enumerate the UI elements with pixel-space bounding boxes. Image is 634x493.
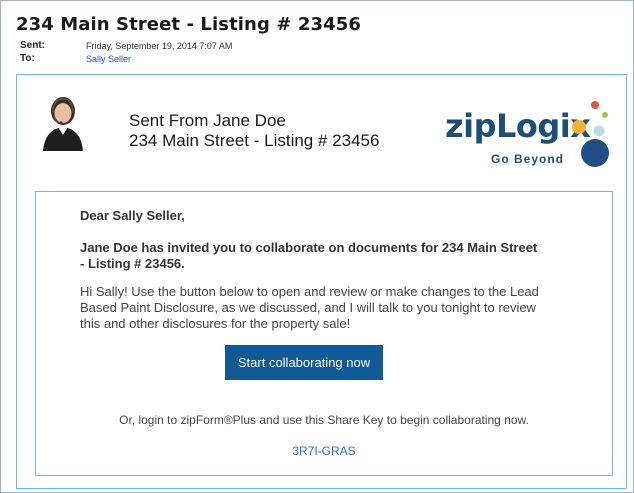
email-subject: 234 Main Street - Listing # 23456 <box>16 14 361 35</box>
sent-from-heading: Sent From Jane Doe 234 Main Street - Lis… <box>129 111 379 151</box>
logo-tagline: Go Beyond <box>491 152 565 166</box>
recipient-link[interactable]: Sally Seller <box>86 54 131 64</box>
share-key-link[interactable]: 3R7I-GRAS <box>84 444 564 458</box>
ziplogix-dots-icon <box>572 101 609 167</box>
login-instructions: Or, login to zipForm®Plus and use this S… <box>119 413 529 427</box>
sent-date: Friday, September 19, 2014 7:07 AM <box>86 41 233 51</box>
email-body-frame: Sent From Jane Doe 234 Main Street - Lis… <box>16 74 627 489</box>
to-label: To: <box>20 53 35 64</box>
agent-avatar-icon <box>37 91 89 151</box>
invite-text: Jane Doe has invited you to collaborate … <box>80 240 538 271</box>
start-collaborating-button[interactable]: Start collaborating now <box>225 345 383 380</box>
sender-name-line: Sent From Jane Doe <box>129 111 286 130</box>
greeting: Dear Sally Seller, <box>80 208 185 223</box>
sent-label: Sent: <box>20 40 45 51</box>
listing-line: 234 Main Street - Listing # 23456 <box>129 131 380 150</box>
message-card: Dear Sally Seller, Jane Doe has invited … <box>35 191 613 476</box>
message-body: Hi Sally! Use the button below to open a… <box>80 284 539 331</box>
